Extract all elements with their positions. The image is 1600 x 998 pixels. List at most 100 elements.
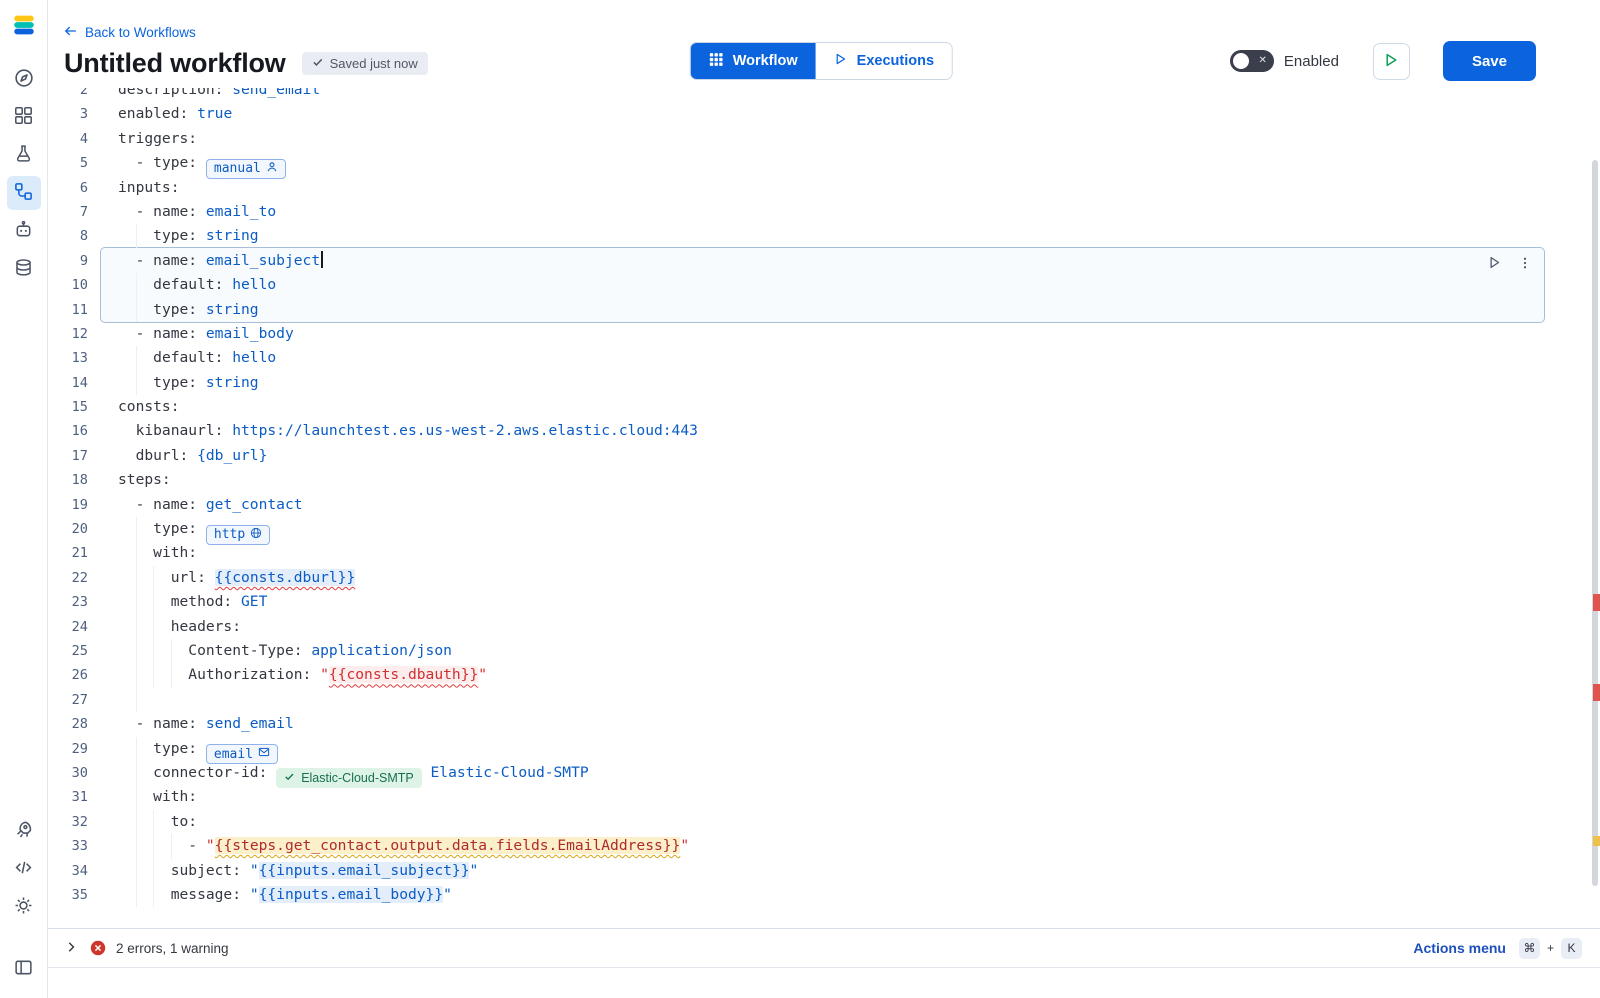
code-token: kibanaurl: xyxy=(136,422,224,439)
sidebar-item-dashboards[interactable] xyxy=(7,100,41,134)
code-line-16[interactable]: 16 kibanaurl: https://launchtest.es.us-w… xyxy=(48,419,1600,443)
sidebar-item-launch[interactable] xyxy=(7,814,41,848)
sidebar-footer-nav xyxy=(7,812,41,988)
code-line-26[interactable]: 26 Authorization: "{{consts.dbauth}}" xyxy=(48,663,1600,687)
play-icon xyxy=(834,52,848,70)
line-number: 7 xyxy=(48,200,88,224)
indent-guide xyxy=(136,761,137,785)
code-token: headers: xyxy=(171,618,241,635)
code-token: {{consts.dbauth}} xyxy=(329,666,478,683)
code-token: email_subject xyxy=(197,252,320,269)
line-number: 20 xyxy=(48,517,88,541)
actions-menu-button[interactable]: Actions menu xyxy=(1413,940,1506,956)
app-root: Back to Workflows Untitled workflow Save… xyxy=(0,0,1600,998)
code-line-6[interactable]: 6inputs: xyxy=(48,176,1600,200)
code-line-35[interactable]: 35 message: "{{inputs.email_body}}" xyxy=(48,883,1600,907)
back-link[interactable]: Back to Workflows xyxy=(64,24,196,41)
indent-guide xyxy=(153,615,154,639)
code-line-33[interactable]: 33 - "{{steps.get_contact.output.data.fi… xyxy=(48,834,1600,858)
code-line-8[interactable]: 8 type: string xyxy=(48,224,1600,248)
tab-executions[interactable]: Executions xyxy=(816,43,952,79)
sidebar-item-data[interactable] xyxy=(7,252,41,286)
tab-workflow[interactable]: Workflow xyxy=(691,43,816,79)
save-button[interactable]: Save xyxy=(1443,41,1536,81)
code-token: description: xyxy=(118,88,223,98)
code-line-29[interactable]: 29 type: email xyxy=(48,737,1600,761)
code-line-27[interactable]: 27 xyxy=(48,688,1600,712)
editor-scrollbar[interactable] xyxy=(1592,160,1598,886)
sidebar-item-labs[interactable] xyxy=(7,138,41,172)
code-line-22[interactable]: 22 url: {{consts.dburl}} xyxy=(48,566,1600,590)
code-token: https://launchtest.es.us-west-2.aws.elas… xyxy=(223,422,697,439)
code-line-9[interactable]: 9 - name: email_subject xyxy=(48,249,1600,273)
code-line-19[interactable]: 19 - name: get_contact xyxy=(48,493,1600,517)
enabled-switch[interactable]: ✕ xyxy=(1230,50,1274,72)
line-number: 21 xyxy=(48,541,88,565)
sidebar-item-settings[interactable] xyxy=(7,890,41,924)
code-line-30[interactable]: 30 connector-id: Elastic-Cloud-SMTP Elas… xyxy=(48,761,1600,785)
indent-guide xyxy=(171,834,172,858)
code-line-25[interactable]: 25 Content-Type: application/json xyxy=(48,639,1600,663)
code-line-3[interactable]: 3enabled: true xyxy=(48,102,1600,126)
code-token: " xyxy=(443,886,452,903)
line-number: 18 xyxy=(48,468,88,492)
code-token xyxy=(206,569,215,586)
sidebar-item-workflows[interactable] xyxy=(7,176,41,210)
line-number: 13 xyxy=(48,346,88,370)
code-token xyxy=(118,618,171,635)
code-token: type: xyxy=(153,154,197,171)
line-number: 34 xyxy=(48,859,88,883)
code-line-10[interactable]: 10 default: hello xyxy=(48,273,1600,297)
indent-guide xyxy=(153,663,154,687)
line-number: 27 xyxy=(48,688,88,712)
code-line-24[interactable]: 24 headers: xyxy=(48,615,1600,639)
kbd-k: K xyxy=(1561,938,1582,959)
ruler-mark xyxy=(1593,836,1600,846)
code-line-13[interactable]: 13 default: hello xyxy=(48,346,1600,370)
indent-guide xyxy=(136,517,137,541)
ruler-mark xyxy=(1593,684,1600,701)
code-line-2[interactable]: 2description: send_email xyxy=(48,88,1600,102)
problems-summary: 2 errors, 1 warning xyxy=(116,941,229,956)
code-token: consts: xyxy=(118,398,180,415)
panel-left-icon xyxy=(14,958,33,980)
code-token: Authorization: xyxy=(188,666,311,683)
sidebar-item-dev-tools[interactable] xyxy=(7,852,41,886)
header-actions: ✕ Enabled Save xyxy=(1230,41,1536,81)
robot-icon xyxy=(14,220,33,242)
expand-problems-button[interactable] xyxy=(64,940,78,957)
code-line-4[interactable]: 4triggers: xyxy=(48,127,1600,151)
code-line-7[interactable]: 7 - name: email_to xyxy=(48,200,1600,224)
code-token: default: xyxy=(153,349,223,366)
code-line-21[interactable]: 21 with: xyxy=(48,541,1600,565)
indent-guide xyxy=(136,615,137,639)
code-line-32[interactable]: 32 to: xyxy=(48,810,1600,834)
run-workflow-button[interactable] xyxy=(1373,43,1410,80)
indent-guide xyxy=(136,663,137,687)
code-token: url: xyxy=(171,569,206,586)
code-line-28[interactable]: 28 - name: send_email xyxy=(48,712,1600,736)
code-line-11[interactable]: 11 type: string xyxy=(48,298,1600,322)
code-token: " xyxy=(250,886,259,903)
code-line-34[interactable]: 34 subject: "{{inputs.email_subject}}" xyxy=(48,859,1600,883)
code-line-23[interactable]: 23 method: GET xyxy=(48,590,1600,614)
run-play-icon xyxy=(1383,52,1399,71)
code-token: {{inputs.email_body}} xyxy=(259,886,444,903)
code-line-14[interactable]: 14 type: string xyxy=(48,371,1600,395)
collapse-nav-button[interactable] xyxy=(7,952,41,986)
indent-guide xyxy=(153,639,154,663)
code-line-12[interactable]: 12 - name: email_body xyxy=(48,322,1600,346)
line-number: 14 xyxy=(48,371,88,395)
code-line-17[interactable]: 17 dburl: {db_url} xyxy=(48,444,1600,468)
yaml-editor[interactable]: 2description: send_email3enabled: true4t… xyxy=(48,88,1600,928)
line-number: 29 xyxy=(48,737,88,761)
code-line-15[interactable]: 15consts: xyxy=(48,395,1600,419)
page-title: Untitled workflow xyxy=(64,48,286,78)
indent-guide xyxy=(136,639,137,663)
code-line-31[interactable]: 31 with: xyxy=(48,785,1600,809)
sidebar-item-agents[interactable] xyxy=(7,214,41,248)
sidebar-item-discover[interactable] xyxy=(7,62,41,96)
code-line-20[interactable]: 20 type: http xyxy=(48,517,1600,541)
code-line-18[interactable]: 18steps: xyxy=(48,468,1600,492)
code-line-5[interactable]: 5 - type: manual xyxy=(48,151,1600,175)
